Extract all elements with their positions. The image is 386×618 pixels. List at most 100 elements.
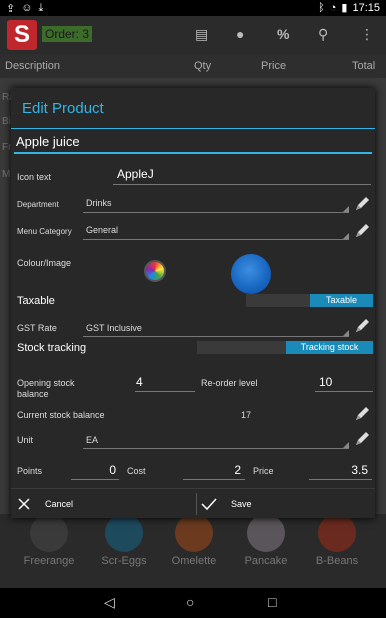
header-price: Price xyxy=(261,60,287,72)
app-bar: S Order: 3 ▤ ● % ⚲ ⋮ xyxy=(0,16,386,54)
edit-menu-category-icon[interactable] xyxy=(352,221,372,241)
points-underline xyxy=(71,479,119,480)
quick-button-label: B-Beans xyxy=(315,555,359,567)
cost-input[interactable]: 2 xyxy=(183,463,241,477)
order-number[interactable]: Order: 3 xyxy=(42,26,93,42)
quick-button-circle xyxy=(247,514,285,552)
android-icon: ☺ xyxy=(21,2,33,14)
icon-text-label: Icon text xyxy=(17,172,52,182)
dropdown-arrow-icon xyxy=(343,330,349,336)
quick-button[interactable]: Omelette xyxy=(164,514,224,567)
bluetooth-icon: ᛒ xyxy=(318,1,325,14)
check-icon xyxy=(201,498,217,511)
cancel-label: Cancel xyxy=(45,499,74,509)
user-icon[interactable]: ● xyxy=(236,26,244,42)
opening-stock-label: Opening stock balance xyxy=(17,378,75,399)
wifi-icon: ◔ xyxy=(329,1,337,14)
menu-category-label: Menu Category xyxy=(17,227,72,236)
overflow-menu-icon[interactable]: ⋮ xyxy=(360,26,374,43)
edit-stock-icon[interactable] xyxy=(352,404,372,424)
quick-button[interactable]: Scr-Eggs xyxy=(94,514,154,567)
icon-text-input[interactable]: AppleJ xyxy=(117,167,154,181)
close-icon xyxy=(18,498,30,510)
footer-divider xyxy=(196,493,197,515)
title-divider xyxy=(11,128,375,129)
quick-button[interactable]: Pancake xyxy=(236,514,296,567)
opening-stock-underline xyxy=(135,391,195,392)
header-description: Description xyxy=(5,60,61,72)
dialog-footer: Cancel Save xyxy=(11,488,375,518)
unit-underline xyxy=(83,448,349,449)
quick-button[interactable]: Freerange xyxy=(19,514,79,567)
unit-select[interactable]: EA xyxy=(86,435,98,445)
gst-rate-select[interactable]: GST Inclusive xyxy=(86,323,142,333)
table-header: Description Qty Price Total xyxy=(0,54,386,78)
quick-button-label: Pancake xyxy=(244,555,288,567)
quick-button-circle xyxy=(318,514,356,552)
cost-underline xyxy=(183,479,245,480)
quick-button-label: Omelette xyxy=(171,555,217,567)
receipt-icon[interactable]: ▤ xyxy=(195,26,208,43)
edit-product-dialog: Edit Product Apple juice Icon text Apple… xyxy=(11,88,375,518)
app-logo: S xyxy=(7,20,37,50)
points-input[interactable]: 0 xyxy=(71,463,116,477)
current-stock-value: 17 xyxy=(241,410,252,420)
edit-unit-icon[interactable] xyxy=(352,429,372,449)
edit-department-icon[interactable] xyxy=(352,194,372,214)
header-qty: Qty xyxy=(194,60,212,72)
percent-icon[interactable]: % xyxy=(277,26,289,42)
recents-icon[interactable]: □ xyxy=(268,594,276,610)
price-underline xyxy=(309,479,372,480)
gst-rate-label: GST Rate xyxy=(17,323,57,333)
reorder-level-underline xyxy=(315,391,373,392)
dropdown-arrow-icon xyxy=(343,442,349,448)
quick-button-label: Freerange xyxy=(23,555,75,567)
quick-button-circle xyxy=(30,514,68,552)
product-name-input[interactable]: Apple juice xyxy=(14,134,372,154)
cancel-button[interactable]: Cancel xyxy=(17,489,192,519)
opening-stock-input[interactable]: 4 xyxy=(136,375,168,389)
department-select[interactable]: Drinks xyxy=(86,198,112,208)
current-stock-label: Current stock balance xyxy=(17,410,105,420)
dialog-title: Edit Product xyxy=(22,100,104,117)
quick-button-label: Scr-Eggs xyxy=(101,555,147,567)
reorder-level-input[interactable]: 10 xyxy=(319,375,359,389)
department-label: Department xyxy=(17,200,59,209)
colour-swatch[interactable] xyxy=(231,254,271,294)
quick-button-circle xyxy=(105,514,143,552)
cost-label: Cost xyxy=(127,466,146,476)
stock-tracking-toggle[interactable]: Tracking stock xyxy=(286,341,373,354)
menu-category-select[interactable]: General xyxy=(86,225,118,235)
table-row[interactable]: Bi xyxy=(2,116,11,127)
navigation-bar: ◁ ○ □ xyxy=(0,588,386,618)
battery-icon: ▮ xyxy=(341,2,348,14)
home-icon[interactable]: ○ xyxy=(186,594,194,610)
taxable-toggle[interactable]: Taxable xyxy=(310,294,373,307)
quick-button[interactable]: B-Beans xyxy=(307,514,367,567)
search-icon[interactable]: ⚲ xyxy=(318,26,328,43)
dropdown-arrow-icon xyxy=(343,233,349,239)
edit-gst-rate-icon[interactable] xyxy=(352,316,372,336)
header-total: Total xyxy=(352,60,376,72)
colour-image-label: Colour/Image xyxy=(17,258,72,268)
menu-category-underline xyxy=(83,239,349,240)
price-label: Price xyxy=(253,466,274,476)
back-icon[interactable]: ◁ xyxy=(104,594,115,611)
department-underline xyxy=(83,212,349,213)
upload-icon: ⇪ xyxy=(6,3,16,15)
quick-button-circle xyxy=(175,514,213,552)
quick-buttons-row: Freerange Scr-Eggs Omelette Pancake B-Be… xyxy=(0,514,386,588)
stock-tracking-label: Stock tracking xyxy=(17,342,87,354)
colour-picker-icon[interactable] xyxy=(144,260,166,282)
download-icon: ⤓ xyxy=(38,2,44,14)
save-button[interactable]: Save xyxy=(201,489,371,519)
save-label: Save xyxy=(231,499,252,509)
reorder-level-label: Re-order level xyxy=(201,378,258,388)
points-label: Points xyxy=(17,466,43,476)
dropdown-arrow-icon xyxy=(343,206,349,212)
taxable-label: Taxable xyxy=(17,295,55,307)
status-bar: ⇪ ☺ ⤓ ᛒ ◔ ▮ 17:15 xyxy=(0,0,386,16)
price-input[interactable]: 3.5 xyxy=(309,463,368,477)
unit-label: Unit xyxy=(17,435,34,445)
gst-rate-underline xyxy=(83,336,349,337)
